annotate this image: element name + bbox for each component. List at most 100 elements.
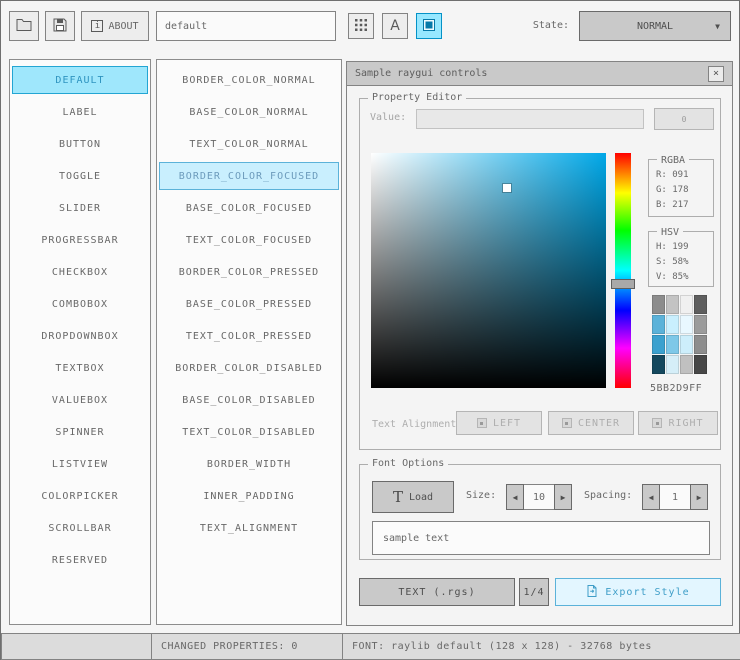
page-indicator-button[interactable]: 1/4 (519, 578, 549, 606)
property-list-item[interactable]: BORDER_COLOR_FOCUSED (159, 162, 339, 190)
load-style-button[interactable] (9, 11, 39, 41)
property-list-item[interactable]: BASE_COLOR_FOCUSED (159, 194, 339, 222)
property-list-item[interactable]: INNER_PADDING (159, 482, 339, 510)
align-right-icon (652, 418, 663, 428)
property-list-item[interactable]: BORDER_COLOR_DISABLED (159, 354, 339, 382)
control-list-item[interactable]: SPINNER (12, 418, 148, 446)
align-right-button[interactable]: RIGHT (638, 411, 718, 435)
value-input[interactable] (416, 109, 644, 129)
load-font-button[interactable]: T Load (372, 481, 454, 513)
property-list-item[interactable]: TEXT_COLOR_PRESSED (159, 322, 339, 350)
align-left-button[interactable]: LEFT (456, 411, 542, 435)
color-swatch[interactable] (680, 355, 693, 374)
statusbar-font-info: FONT: raylib default (128 x 128) - 32768… (342, 633, 740, 660)
control-list-item[interactable]: BUTTON (12, 130, 148, 158)
style-mode-button[interactable] (416, 13, 442, 39)
control-list-item[interactable]: DROPDOWNBOX (12, 322, 148, 350)
control-list-item[interactable]: LISTVIEW (12, 450, 148, 478)
control-list-item[interactable]: PROGRESSBAR (12, 226, 148, 254)
value-label: Value: (370, 112, 407, 123)
property-list-item[interactable]: BASE_COLOR_PRESSED (159, 290, 339, 318)
value-box-button[interactable]: 0 (654, 108, 714, 130)
hsv-h-value: H: 199 (656, 242, 689, 252)
control-list-item[interactable]: CHECKBOX (12, 258, 148, 286)
text-alignment-label: Text Alignment: (372, 419, 463, 430)
color-picker-cursor[interactable] (503, 184, 512, 193)
align-center-button[interactable]: CENTER (548, 411, 634, 435)
export-style-label: Export Style (605, 586, 690, 598)
control-list-item[interactable]: SLIDER (12, 194, 148, 222)
color-swatch[interactable] (666, 355, 679, 374)
control-list-item[interactable]: DEFAULT (12, 66, 148, 94)
property-list-item[interactable]: BORDER_COLOR_PRESSED (159, 258, 339, 286)
hex-color-input[interactable]: 5BB2D9FF (650, 383, 702, 394)
save-style-button[interactable] (45, 11, 75, 41)
control-list-item[interactable]: SCROLLBAR (12, 514, 148, 542)
style-square-icon (423, 18, 435, 34)
control-list-item[interactable]: COMBOBOX (12, 290, 148, 318)
spacing-label: Spacing: (584, 490, 633, 501)
property-list-item[interactable]: TEXT_COLOR_DISABLED (159, 418, 339, 446)
property-list-item[interactable]: TEXT_ALIGNMENT (159, 514, 339, 542)
saturation-value-picker[interactable] (371, 153, 606, 388)
export-style-button[interactable]: Export Style (555, 578, 721, 606)
color-swatch[interactable] (652, 315, 665, 334)
property-list-item[interactable]: BASE_COLOR_DISABLED (159, 386, 339, 414)
export-format-button[interactable]: TEXT (.rgs) (359, 578, 515, 606)
style-name-input[interactable] (156, 11, 336, 41)
grid-view-button[interactable] (348, 13, 374, 39)
close-icon[interactable]: × (708, 65, 724, 82)
size-decrement-icon[interactable]: ◀ (506, 484, 524, 510)
color-swatch[interactable] (652, 355, 665, 374)
control-list-item[interactable]: RESERVED (12, 546, 148, 574)
property-list-item[interactable]: BASE_COLOR_NORMAL (159, 98, 339, 126)
font-a-icon: A (390, 18, 400, 34)
folder-icon (16, 18, 32, 34)
sample-controls-window: Sample raygui controls × Property Editor… (346, 61, 733, 626)
color-swatch[interactable] (652, 295, 665, 314)
control-list-item[interactable]: VALUEBOX (12, 386, 148, 414)
color-swatch[interactable] (694, 335, 707, 354)
spacing-value[interactable]: 1 (660, 484, 690, 510)
control-list-item[interactable]: TOGGLE (12, 162, 148, 190)
color-swatch[interactable] (666, 315, 679, 334)
property-list-item[interactable]: TEXT_COLOR_NORMAL (159, 130, 339, 158)
property-list-item[interactable]: BORDER_COLOR_NORMAL (159, 66, 339, 94)
color-swatch[interactable] (680, 315, 693, 334)
color-swatch[interactable] (694, 355, 707, 374)
export-icon (586, 584, 598, 600)
property-list-item[interactable]: TEXT_COLOR_FOCUSED (159, 226, 339, 254)
color-swatch[interactable] (680, 335, 693, 354)
sample-text-box[interactable]: sample text (372, 521, 710, 555)
align-left-label: LEFT (492, 417, 522, 429)
control-list-item[interactable]: COLORPICKER (12, 482, 148, 510)
size-increment-icon[interactable]: ▶ (554, 484, 572, 510)
hue-slider-handle[interactable] (611, 279, 635, 289)
color-swatch[interactable] (680, 295, 693, 314)
size-value[interactable]: 10 (524, 484, 554, 510)
align-left-icon (476, 418, 487, 428)
controls-list: DEFAULT LABEL BUTTON TOGGLE SLIDER PROGRESSBA… (9, 59, 151, 625)
state-dropdown[interactable]: NORMAL ▼ (579, 11, 731, 41)
about-button-label: ABOUT (108, 20, 139, 32)
property-editor-group: Property Editor Value: 0 RGBA R: 091 G: … (359, 92, 721, 450)
spacing-increment-icon[interactable]: ▶ (690, 484, 708, 510)
chevron-down-icon: ▼ (715, 21, 720, 31)
spacing-decrement-icon[interactable]: ◀ (642, 484, 660, 510)
rgba-b-value: B: 217 (656, 200, 689, 210)
window-titlebar[interactable]: Sample raygui controls × (347, 62, 732, 86)
statusbar-left (1, 633, 152, 660)
color-swatch[interactable] (666, 335, 679, 354)
color-swatch[interactable] (694, 315, 707, 334)
about-button[interactable]: i ABOUT (81, 11, 149, 41)
hsv-v-value: V: 85% (656, 272, 689, 282)
property-list-item[interactable]: BORDER_WIDTH (159, 450, 339, 478)
color-swatch[interactable] (694, 295, 707, 314)
color-swatch[interactable] (652, 335, 665, 354)
hue-bar[interactable] (615, 153, 631, 388)
window-title-text: Sample raygui controls (355, 68, 488, 79)
control-list-item[interactable]: LABEL (12, 98, 148, 126)
font-settings-button[interactable]: A (382, 13, 408, 39)
color-swatch[interactable] (666, 295, 679, 314)
control-list-item[interactable]: TEXTBOX (12, 354, 148, 382)
